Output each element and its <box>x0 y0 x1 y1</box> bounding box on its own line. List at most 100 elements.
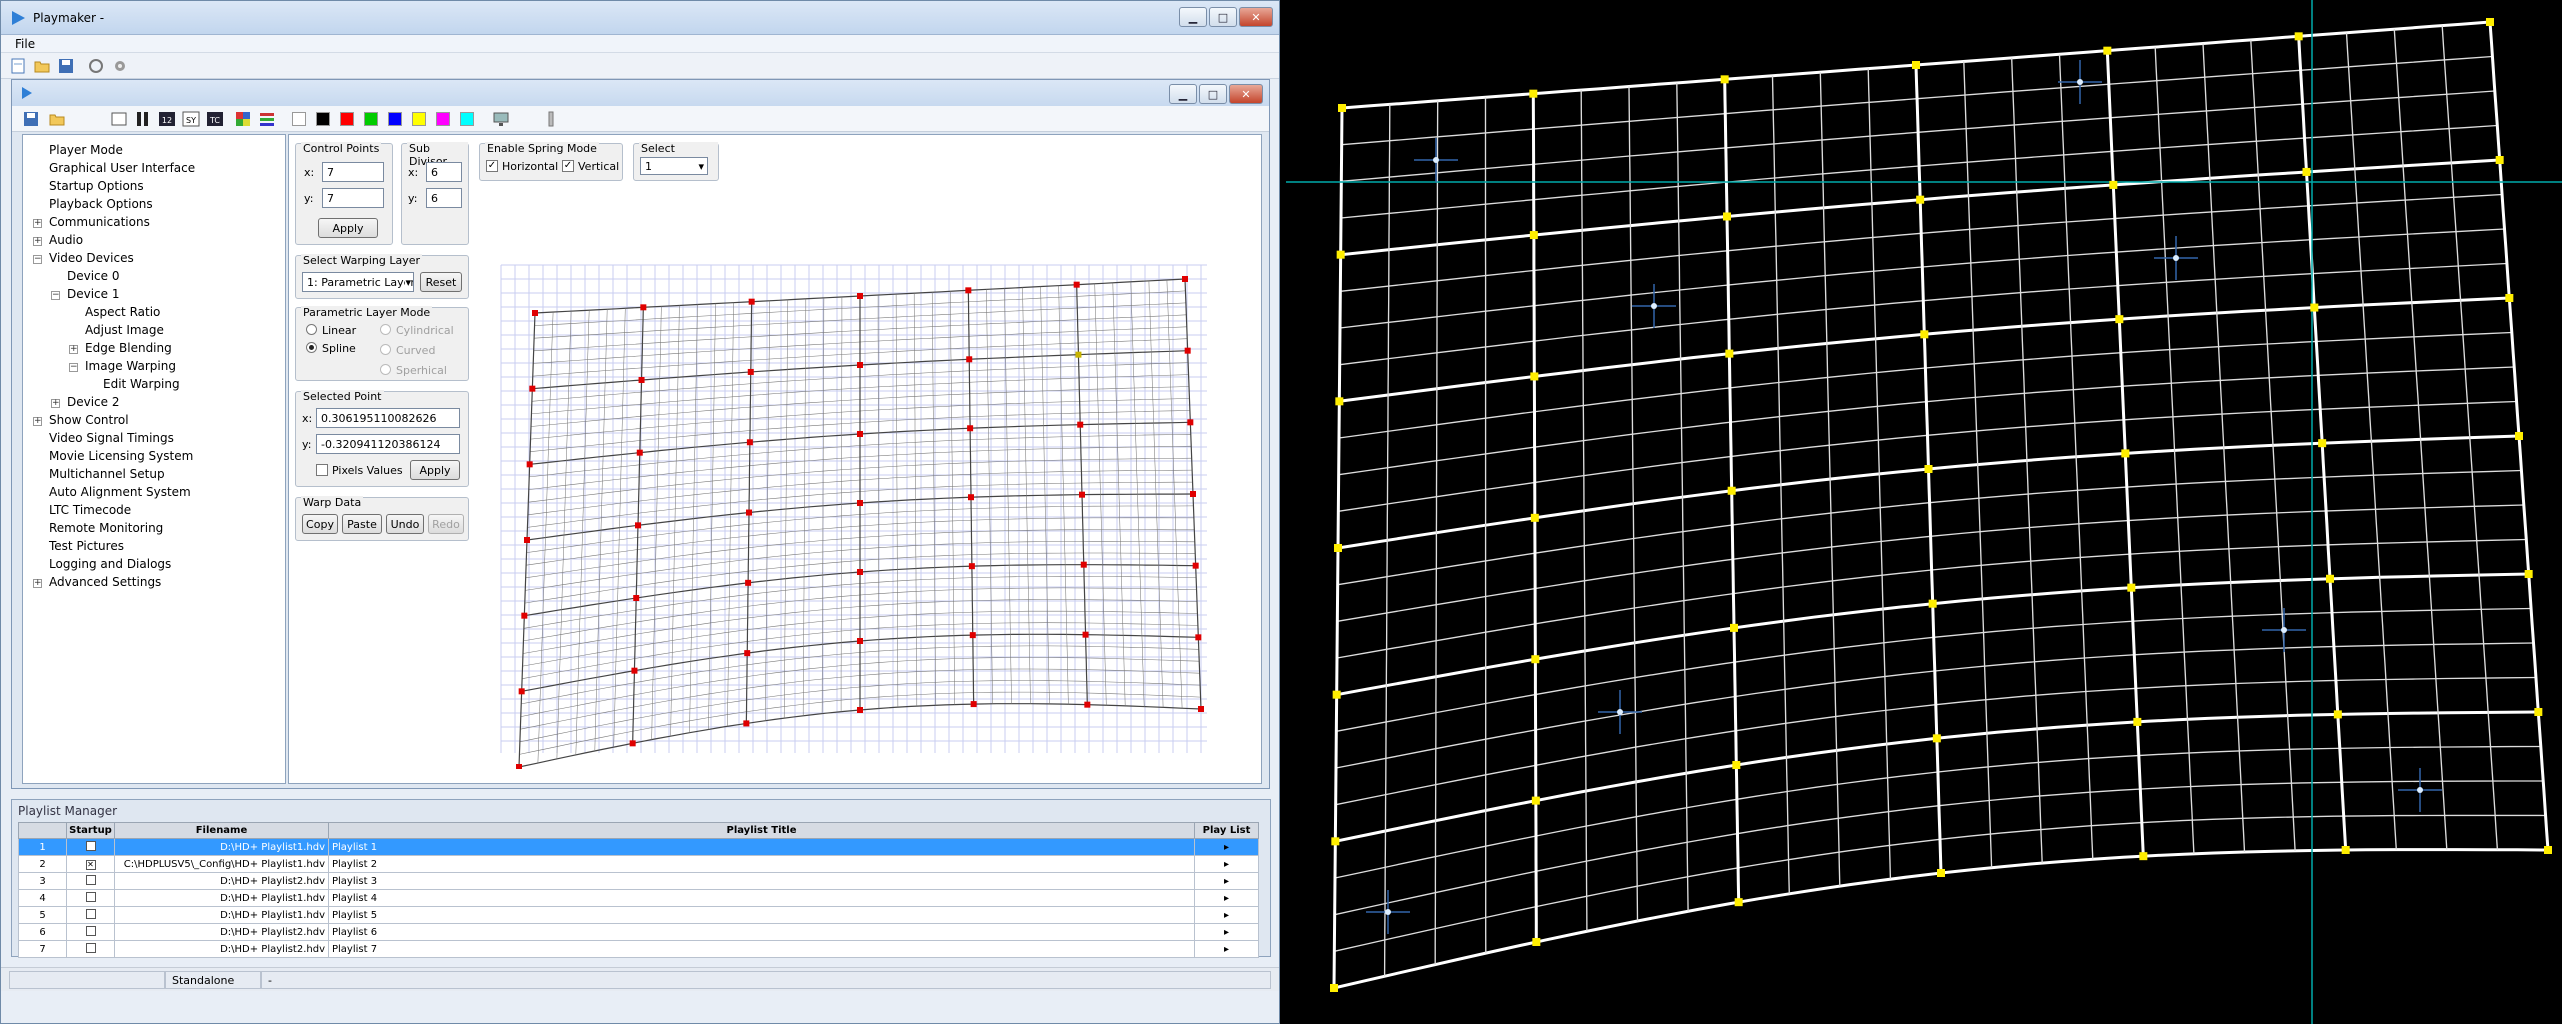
sync-icon[interactable]: SY <box>182 110 200 128</box>
control-point[interactable] <box>526 461 533 468</box>
tree-item[interactable]: Device 2 <box>67 395 120 409</box>
sp-x-input[interactable]: 0.306195110082626 <box>316 408 460 428</box>
expand-icon[interactable]: + <box>33 579 42 588</box>
control-point[interactable] <box>638 377 645 383</box>
horizontal-checkbox[interactable]: ✓ <box>486 160 498 172</box>
control-point[interactable] <box>1073 281 1080 288</box>
filename-cell[interactable]: D:\HD+ Playlist1.hdv <box>114 889 329 907</box>
startup-checkbox[interactable] <box>85 891 96 902</box>
control-point[interactable] <box>1084 701 1091 708</box>
startup-checkbox[interactable] <box>85 925 96 936</box>
paste-button[interactable]: Paste <box>342 514 382 534</box>
expand-icon[interactable]: + <box>33 219 42 228</box>
control-point[interactable] <box>1079 491 1085 498</box>
color-swatch[interactable] <box>388 112 402 126</box>
control-point[interactable] <box>746 509 752 516</box>
control-point[interactable] <box>635 522 641 529</box>
playlist-title-cell[interactable]: Playlist 6 <box>328 923 1195 941</box>
tree-item[interactable]: Player Mode <box>49 143 123 157</box>
table-row[interactable]: 5 D:\HD+ Playlist1.hdv Playlist 5 ▸ <box>18 906 1259 924</box>
control-point[interactable] <box>524 537 530 543</box>
color-swatch[interactable] <box>340 112 354 126</box>
control-point[interactable] <box>857 500 863 506</box>
warp-editor-canvas[interactable] <box>489 253 1219 769</box>
control-point[interactable] <box>640 304 647 311</box>
table-row[interactable]: 1 D:\HD+ Playlist1.hdv Playlist 1 ▸ <box>18 838 1259 856</box>
control-point[interactable] <box>1184 347 1191 354</box>
startup-checkbox[interactable] <box>85 840 96 851</box>
control-point[interactable] <box>1077 421 1084 428</box>
control-point[interactable] <box>1195 634 1202 641</box>
filename-cell[interactable]: D:\HD+ Playlist1.hdv <box>114 906 329 924</box>
spherical-radio[interactable] <box>380 364 391 375</box>
expand-icon[interactable]: + <box>69 345 78 354</box>
sub-maximize-button[interactable]: □ <box>1199 84 1227 104</box>
tree-item[interactable]: Image Warping <box>85 359 176 373</box>
filename-cell[interactable]: D:\HD+ Playlist1.hdv <box>114 838 329 856</box>
control-point[interactable] <box>968 563 975 570</box>
tree-item[interactable]: Logging and Dialogs <box>49 557 171 571</box>
control-point[interactable] <box>1080 561 1087 568</box>
control-point[interactable] <box>518 688 525 695</box>
color-swatch[interactable] <box>412 112 426 126</box>
play-icon[interactable]: ▸ <box>1224 842 1229 853</box>
tree-item[interactable]: Edit Warping <box>103 377 180 391</box>
tree-item[interactable]: Adjust Image <box>85 323 164 337</box>
control-point[interactable] <box>521 612 528 619</box>
play-icon[interactable]: ▸ <box>1224 944 1229 955</box>
startup-checkbox[interactable] <box>85 942 96 953</box>
tree-item[interactable]: Playback Options <box>49 197 153 211</box>
tree-item[interactable]: Remote Monitoring <box>49 521 163 535</box>
play-icon[interactable]: ▸ <box>1224 927 1229 938</box>
channel-select[interactable]: 1 ▾ <box>640 157 708 175</box>
table-row[interactable]: 7 D:\HD+ Playlist2.hdv Playlist 7 ▸ <box>18 940 1259 958</box>
control-point[interactable] <box>516 764 522 769</box>
control-point[interactable] <box>1192 562 1199 569</box>
control-point[interactable] <box>747 368 754 375</box>
control-point[interactable] <box>746 439 753 446</box>
control-point[interactable] <box>1190 491 1196 497</box>
tree-item[interactable]: Multichannel Setup <box>49 467 165 481</box>
open-folder-icon[interactable] <box>48 110 66 128</box>
control-point[interactable] <box>857 362 863 368</box>
control-point[interactable] <box>857 431 863 437</box>
control-point[interactable] <box>744 650 751 657</box>
control-point[interactable] <box>636 449 643 456</box>
control-point[interactable] <box>1082 631 1089 638</box>
play-icon[interactable]: ▸ <box>1224 893 1229 904</box>
playlist-title-cell[interactable]: Playlist 1 <box>328 838 1195 856</box>
save-icon[interactable] <box>22 110 40 128</box>
collapse-icon[interactable]: − <box>51 291 60 300</box>
control-point[interactable] <box>968 494 974 501</box>
tree-item[interactable]: Test Pictures <box>49 539 124 553</box>
sp-apply-button[interactable]: Apply <box>410 460 460 480</box>
vertical-checkbox[interactable]: ✓ <box>562 160 574 172</box>
tree-item[interactable]: Video Devices <box>49 251 134 265</box>
tree-item[interactable]: Device 0 <box>67 269 120 283</box>
sub-close-button[interactable]: ✕ <box>1229 84 1263 104</box>
ramp-icon[interactable] <box>258 110 276 128</box>
refresh-icon[interactable] <box>87 57 105 75</box>
table-row[interactable]: 4 D:\HD+ Playlist1.hdv Playlist 4 ▸ <box>18 889 1259 907</box>
color-swatch[interactable] <box>292 112 306 126</box>
control-point[interactable] <box>857 569 863 575</box>
filename-cell[interactable]: D:\HD+ Playlist2.hdv <box>114 940 329 958</box>
monitor-icon[interactable] <box>492 110 510 128</box>
maximize-button[interactable]: □ <box>1209 7 1237 27</box>
expand-icon[interactable]: + <box>33 417 42 426</box>
tree-item[interactable]: Aspect Ratio <box>85 305 160 319</box>
close-button[interactable]: ✕ <box>1239 7 1273 27</box>
play-icon[interactable]: ▸ <box>1224 859 1229 870</box>
tree-item[interactable]: Edge Blending <box>85 341 172 355</box>
table-row[interactable]: 3 D:\HD+ Playlist2.hdv Playlist 3 ▸ <box>18 872 1259 890</box>
tree-item[interactable]: Show Control <box>49 413 129 427</box>
cp-y-input[interactable]: 7 <box>322 188 384 208</box>
minimize-button[interactable]: ▁ <box>1179 7 1207 27</box>
gear-icon[interactable] <box>111 57 129 75</box>
control-point[interactable] <box>633 595 640 601</box>
new-file-icon[interactable] <box>9 57 27 75</box>
playlist-title-cell[interactable]: Playlist 7 <box>328 940 1195 958</box>
control-point[interactable] <box>631 667 638 674</box>
tree-item[interactable]: Advanced Settings <box>49 575 161 589</box>
startup-checkbox[interactable] <box>85 874 96 885</box>
